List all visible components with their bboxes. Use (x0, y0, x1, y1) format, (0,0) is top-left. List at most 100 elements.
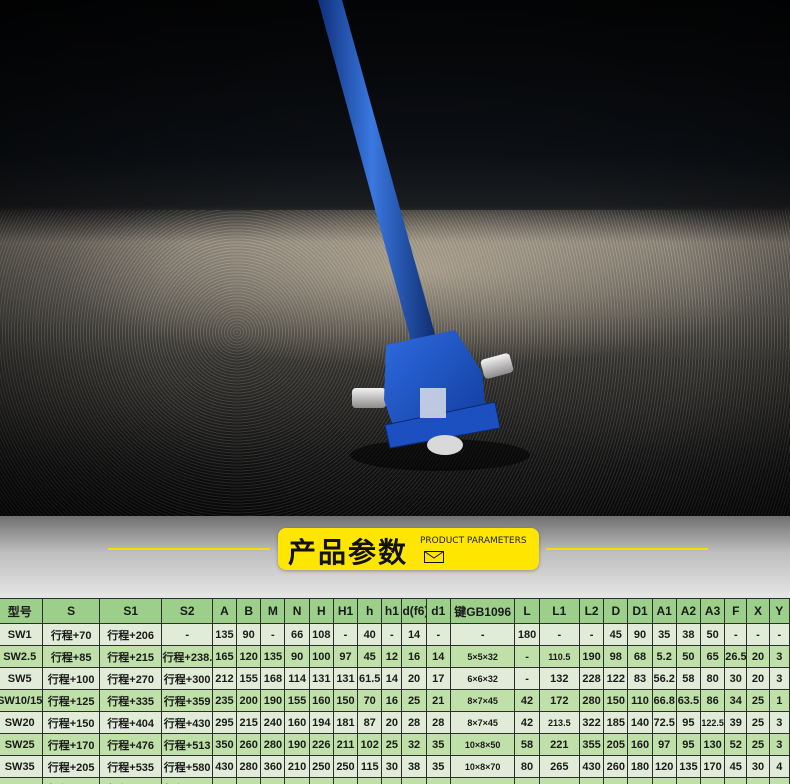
table-cell: 140 (675, 777, 702, 784)
table-cell: 3 (768, 733, 790, 756)
table-cell: 30 (746, 777, 770, 784)
table-cell: 25 (746, 711, 770, 734)
table-cell: 97 (651, 733, 677, 756)
table-cell: 150 (603, 689, 629, 712)
table-cell: SW1 (0, 623, 44, 646)
table-cell: 295 (211, 711, 238, 734)
table-cell: 70 (357, 689, 383, 712)
table-cell: 63.5 (675, 689, 702, 712)
parameters-table: 型号 S S1 S2 A B M N H H1 h h1 d(f6) d1 键GB1096 L L1 L2 D D1 A… (0, 598, 790, 784)
column-header: D (603, 598, 629, 624)
table-cell: 38 (675, 623, 702, 646)
table-cell: SW25 (0, 733, 44, 756)
table-cell: 行程+404 (98, 711, 163, 734)
table-cell: - (332, 623, 359, 646)
table-cell: 190 (284, 733, 310, 756)
column-header: A2 (675, 598, 702, 624)
table-cell: 180 (627, 755, 653, 778)
table-cell: 102 (357, 733, 383, 756)
column-header: L (514, 598, 540, 624)
table-cell: 132 (538, 667, 580, 690)
table-cell: 450 (578, 777, 605, 784)
table-cell: 4 (768, 755, 790, 778)
table-cell: 280 (603, 777, 629, 784)
table-cell: 170 (699, 755, 726, 778)
table-cell: 66.8 (651, 689, 677, 712)
table-cell: 122.5 (699, 711, 726, 734)
table-cell: 115 (357, 755, 383, 778)
table-cell: 260 (236, 733, 262, 756)
table-cell: 131 (308, 667, 334, 690)
table-cell: 135 (260, 645, 286, 668)
table-cell: 58 (675, 667, 702, 690)
table-cell: - (514, 667, 540, 690)
table-cell: 200 (236, 689, 262, 712)
table-cell: 12×8×70 (449, 777, 516, 784)
column-header: 型号 (0, 598, 44, 624)
table-cell: 265 (538, 755, 580, 778)
table-cell: 130 (651, 777, 677, 784)
table-cell: SW2.5 (0, 645, 44, 668)
table-cell: 5×5×32 (449, 645, 516, 668)
table-cell: 28 (401, 711, 427, 734)
table-cell: 190 (260, 689, 286, 712)
table-cell: 25 (401, 689, 427, 712)
table-cell: 行程+125 (42, 689, 100, 712)
table-cell: 350 (211, 733, 238, 756)
table-cell: 50 (699, 623, 726, 646)
table-cell: 211 (332, 733, 359, 756)
table-cell: 50 (675, 645, 702, 668)
table-cell: 110.5 (538, 645, 580, 668)
table-cell: 285 (538, 777, 580, 784)
table-cell: 230 (284, 777, 310, 784)
table-cell: 200 (627, 777, 653, 784)
table-cell: 45 (401, 777, 427, 784)
product-detail-page: 产品参数 PRODUCT PARAMETERS 型号 S S1 S2 A B M N H H1 h h… (0, 0, 790, 784)
table-cell: 8×7×45 (449, 689, 516, 712)
table-cell: 68 (627, 645, 653, 668)
table-cell: 行程+476 (98, 733, 163, 756)
table-cell: 83 (627, 667, 653, 690)
table-cell: - (724, 623, 748, 646)
table-cell: 14 (425, 645, 451, 668)
table-cell: 25 (746, 733, 770, 756)
column-header: A1 (651, 598, 677, 624)
table-cell: 80 (514, 777, 540, 784)
table-cell: - (425, 623, 451, 646)
table-cell: 135 (211, 623, 238, 646)
table-cell: 260 (332, 777, 359, 784)
table-cell: 39 (724, 711, 748, 734)
table-cell: 行程+100 (42, 667, 100, 690)
table-cell: 100 (308, 645, 334, 668)
table-cell: 215 (236, 711, 262, 734)
table-cell: 12 (381, 645, 403, 668)
table-cell: 28 (425, 711, 451, 734)
table-cell: 20 (746, 645, 770, 668)
table-cell: 181 (332, 711, 359, 734)
table-cell: 194 (308, 711, 334, 734)
table-cell: SW35 (0, 755, 44, 778)
table-cell: 3 (768, 711, 790, 734)
table-cell: - (449, 623, 516, 646)
table-cell: 95 (675, 733, 702, 756)
table-cell: 45 (357, 645, 383, 668)
table-cell: 30 (724, 667, 748, 690)
table-cell: 行程+238.5 (161, 645, 213, 668)
table-cell: 20 (746, 667, 770, 690)
table-cell: - (578, 623, 605, 646)
envelope-icon (424, 551, 444, 563)
table-cell: 90 (627, 623, 653, 646)
table-cell: SW5 (0, 667, 44, 690)
table-cell: 50 (724, 777, 748, 784)
column-header: h1 (381, 598, 403, 624)
table-cell: 270 (308, 777, 334, 784)
table-cell: 226 (308, 733, 334, 756)
column-header: L2 (578, 598, 605, 624)
table-cell: - (514, 645, 540, 668)
table-cell: - (746, 623, 770, 646)
column-header: X (746, 598, 770, 624)
table-cell: 14 (401, 623, 427, 646)
table-cell: 38 (401, 755, 427, 778)
table-cell: 430 (211, 755, 238, 778)
table-cell: 4 (768, 777, 790, 784)
